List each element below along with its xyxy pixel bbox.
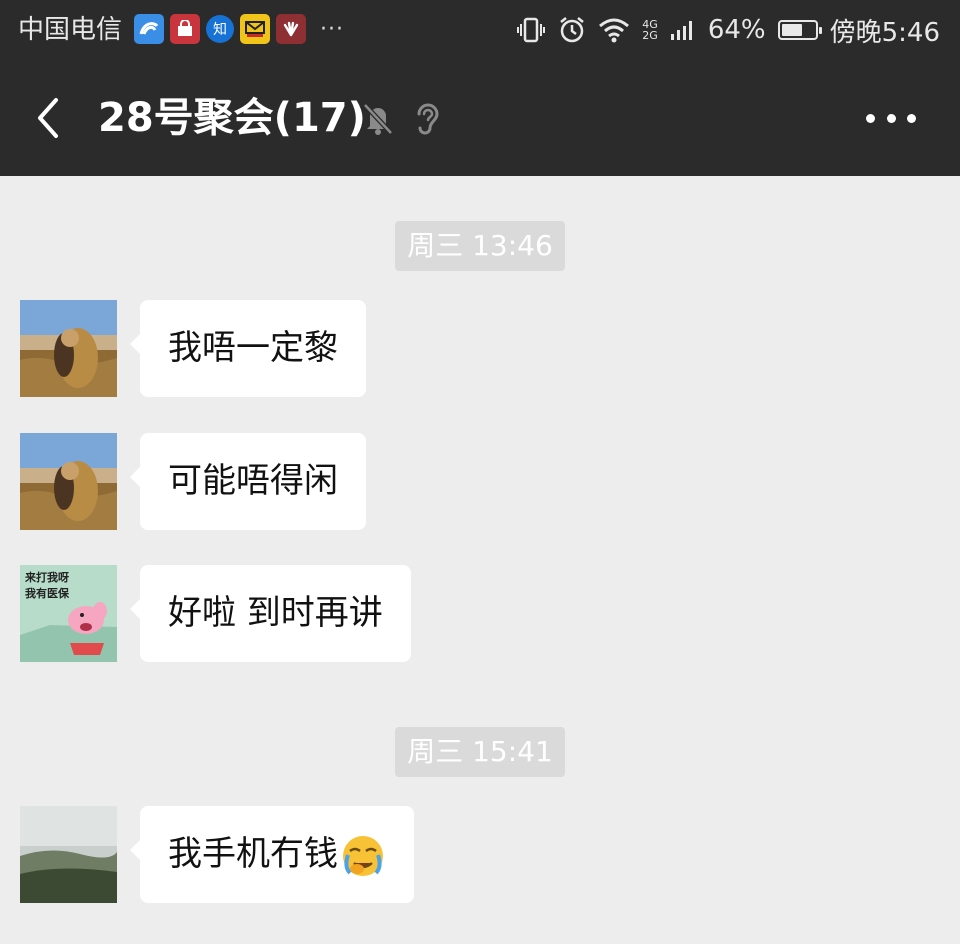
vibrate-icon — [517, 17, 546, 43]
chevron-left-icon — [38, 98, 58, 138]
wifi-icon — [599, 18, 630, 43]
message-text: 好啦 到时再讲 — [168, 593, 383, 633]
mute-bell-icon — [363, 103, 393, 135]
message-bubble[interactable]: 可能唔得闲 — [130, 433, 366, 530]
more-options-button[interactable] — [866, 104, 916, 132]
crying-face-emoji — [343, 835, 383, 876]
peppa-pig-avatar[interactable]: 来打我呀 我有医保 — [20, 565, 117, 662]
status-bar: 中国电信 知 ··· 4G 2G 64% 傍晚5:46 — [0, 0, 960, 60]
lion-photo-avatar[interactable] — [20, 300, 117, 397]
zhihu-icon: 知 — [206, 15, 234, 43]
time-divider: 周三 13:46 — [395, 221, 565, 271]
more-dot-icon — [866, 113, 875, 123]
message-text: 我手机冇钱 — [168, 834, 338, 874]
earpiece-mode-icon — [417, 103, 439, 135]
more-dot-icon — [886, 113, 896, 123]
mail-icon — [240, 14, 270, 44]
back-button[interactable] — [28, 94, 72, 142]
shopping-icon — [170, 14, 200, 44]
avatar-caption: 来打我呀 — [24, 570, 69, 584]
battery-icon — [777, 20, 822, 40]
alarm-icon — [560, 17, 585, 43]
time-divider: 周三 15:41 — [395, 727, 565, 777]
message-bubble[interactable]: 我唔一定黎 — [130, 300, 366, 397]
battery-percent: 64% — [707, 15, 766, 45]
notification-icons: 知 ··· — [134, 13, 344, 45]
message-text: 我唔一定黎 — [168, 328, 338, 368]
message-text: 可能唔得闲 — [168, 461, 338, 501]
huawei-icon — [276, 14, 306, 44]
signal-icon — [670, 21, 692, 40]
network-2g: 2G — [642, 29, 658, 42]
more-notifications-icon: ··· — [320, 16, 344, 42]
message-bubble[interactable]: 好啦 到时再讲 — [130, 565, 411, 662]
avatar-caption: 我有医保 — [25, 586, 70, 600]
lion-photo-avatar[interactable] — [20, 433, 117, 530]
landscape-avatar[interactable] — [20, 806, 117, 903]
network-type: 4G 2G — [642, 19, 658, 41]
battery-fill — [781, 24, 802, 36]
message-bubble[interactable]: 我手机冇钱 — [130, 806, 414, 903]
clock: 傍晚5:46 — [829, 17, 940, 48]
carrier-label: 中国电信 — [18, 15, 123, 45]
app-icon — [134, 14, 164, 44]
chat-title: 28号聚会(17) — [98, 95, 366, 141]
chat-header: 28号聚会(17) — [0, 60, 960, 176]
more-dot-icon — [907, 113, 916, 123]
status-right: 4G 2G 64% 傍晚5:46 — [516, 13, 940, 48]
